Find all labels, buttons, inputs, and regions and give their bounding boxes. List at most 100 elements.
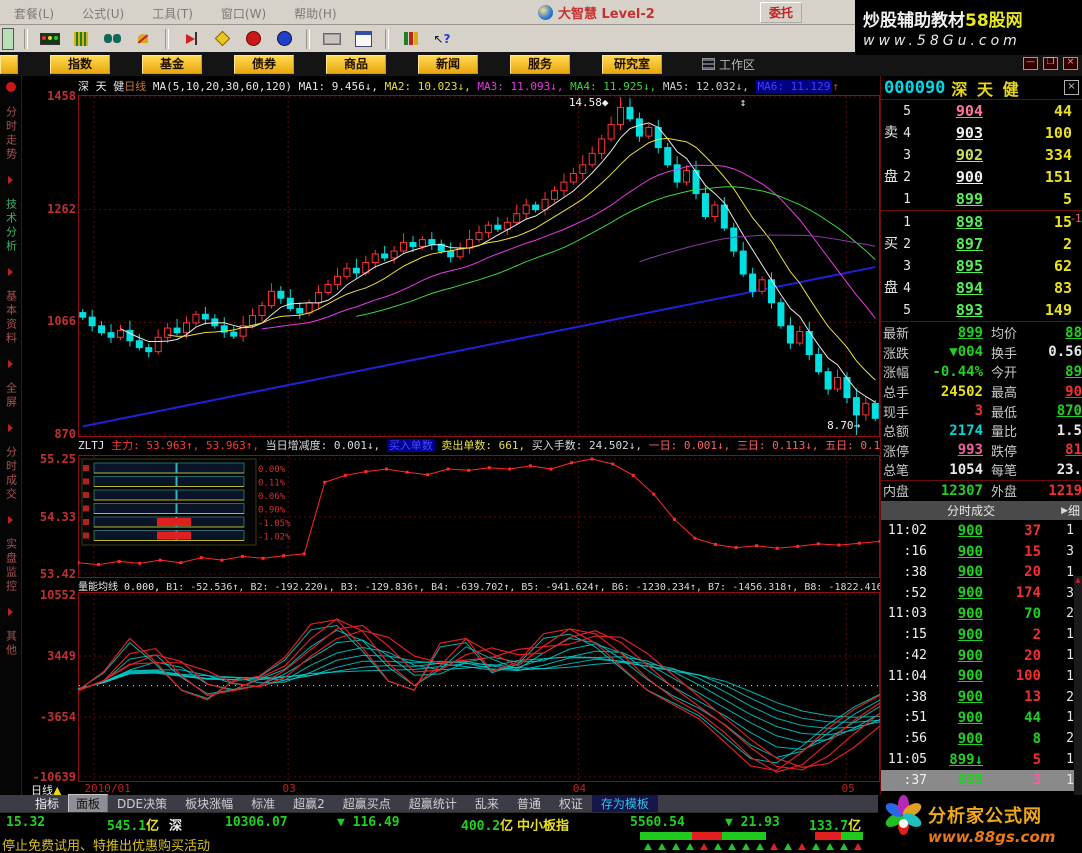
tab-商品[interactable]: 商品 [326,54,386,74]
depth-price: 903 [955,124,983,142]
blue-disc-icon[interactable] [272,29,296,49]
tab-partial[interactable] [0,54,18,74]
indicator-tab-9[interactable]: 普通 [508,795,550,812]
sidebar-arrow-icon [8,360,13,368]
globe-icon [538,5,553,20]
indicator-tab-1[interactable]: 面板 [68,794,109,813]
stat-label: 最低 [991,405,1018,421]
tick-row-4[interactable]: 11:03 900 70 2 [881,604,1082,625]
menu-item-1[interactable]: 公式(U) [68,7,138,21]
tick-row-11[interactable]: 11:05 899↓ 5 1 [881,749,1082,770]
window-icon[interactable] [351,29,375,49]
status-segment-7: 5560.54 [630,815,685,830]
scroll-up-icon[interactable]: ▲ [1074,576,1082,584]
tick-row-2[interactable]: :38 900 20 1 [881,562,1082,583]
zltj-indicator-chart[interactable]: 0.00% 0.11% 0.06% 0.90% -1.05% -1.02% [78,455,880,578]
ad-58gu-title: 炒股辅助教材58股网 [863,11,1023,31]
tab-指数[interactable]: 指数 [50,54,110,74]
indicator-tab-6[interactable]: 超赢买点 [334,795,400,812]
depth-row-ask-5[interactable]: 5 904 44 [881,100,1082,122]
bell-icon[interactable] [131,29,155,49]
indicator-tab-8[interactable]: 乱来 [466,795,508,812]
tick-row-12[interactable]: :37 899 3 1 [881,769,1082,791]
y-axis-label: 1066 [47,314,76,329]
depth-row-ask-2[interactable]: 2 900 151 [881,166,1082,188]
sidebar-item-4[interactable]: 分时成交 [3,446,19,502]
tick-row-1[interactable]: :16 900 15 3 [881,541,1082,562]
depth-row-ask-4[interactable]: 4 903 100 [881,122,1082,144]
help-cursor-icon[interactable]: ↖? [430,29,454,49]
tick-row-8[interactable]: :38 900 13 2 [881,687,1082,708]
menu-weituo[interactable]: 委托 [760,2,803,23]
tick-price: 900 [957,730,983,747]
flag-icon[interactable] [179,29,203,49]
tick-row-10[interactable]: :56 900 8 2 [881,728,1082,749]
sort-bars-icon[interactable] [69,29,93,49]
binoculars-icon[interactable] [100,29,124,49]
tab-服务[interactable]: 服务 [510,54,570,74]
depth-row-bid-3[interactable]: 3 895 62 [881,255,1082,277]
tick-row-3[interactable]: :52 900 174 3 [881,583,1082,604]
tick-row-5[interactable]: :15 900 2 1 [881,624,1082,645]
books-icon[interactable] [399,29,423,49]
depth-row-ask-1[interactable]: 1 899 5 [881,188,1082,210]
tick-list-header[interactable]: 分时成交 ▶ 细 [881,501,1082,521]
sidebar-item-6[interactable]: 其他 [3,630,19,658]
indicator-tab-0[interactable]: 指标 [26,795,68,812]
panel-close-icon[interactable]: × [1064,80,1079,95]
tab-债券[interactable]: 债券 [234,54,294,74]
candlestick-chart[interactable]: 14.58◆ ↕ 8.70→ [78,95,880,437]
tick-price: 900 [957,709,983,726]
tick-volume: 15 [1024,543,1041,560]
chart-annotation: ↕ [740,96,747,109]
tick-scrollbar[interactable]: ▲ [1074,576,1082,795]
depth-row-ask-3[interactable]: 3 902 334 [881,144,1082,166]
indicator-tab-10[interactable]: 权证 [550,795,592,812]
status-segment-0: 15.32 [6,815,46,830]
red-disc-icon[interactable] [241,29,265,49]
menu-item-2[interactable]: 工具(T) [138,7,207,21]
diamond-icon[interactable] [210,29,234,49]
menu-item-3[interactable]: 窗口(W) [207,7,280,21]
tick-row-7[interactable]: 11:04 900 100 1 [881,666,1082,687]
chart-annotation: 8.70→ [827,419,860,432]
ad-58gu-url: www.58Gu.com [863,33,1021,49]
indicator-tab-7[interactable]: 超赢统计 [400,795,466,812]
indicator-tab-5[interactable]: 超赢2 [284,795,334,812]
depth-row-bid-1[interactable]: 1 898 15 [881,211,1082,233]
trend-arrow-icon [812,843,820,850]
depth-row-bid-5[interactable]: 5 893 149 [881,299,1082,321]
keyboard-icon[interactable] [320,29,344,49]
stoplight-icon[interactable] [38,29,62,49]
restore-button[interactable]: ❐ [1043,57,1058,70]
tab-新闻[interactable]: 新闻 [418,54,478,74]
volume-ma-chart[interactable] [78,592,880,782]
sidebar-item-2[interactable]: 基本资料 [3,290,19,346]
menu-item-4[interactable]: 帮助(H) [280,7,350,21]
stat-label: 换手 [991,346,1018,362]
sidebar-item-0[interactable]: 分时走势 [3,106,19,162]
minimize-button[interactable]: — [1023,57,1038,70]
indicator-tab-2[interactable]: DDE决策 [108,795,176,812]
workspace-label[interactable]: 工作区 [702,56,755,73]
depth-row-bid-2[interactable]: 2 897 2 [881,233,1082,255]
tick-row-0[interactable]: 11:02 900 37 1 [881,520,1082,541]
indicator-tab-11[interactable]: 存为模板 [591,795,658,812]
tick-row-6[interactable]: :42 900 20 1 [881,645,1082,666]
stat-value: 2174 [949,422,983,439]
depth-row-bid-4[interactable]: 4 894 83 [881,277,1082,299]
partial-icon[interactable] [2,27,14,50]
indicator-tab-4[interactable]: 标准 [242,795,284,812]
sidebar-item-1[interactable]: 技术分析 [3,198,19,254]
stat-value: 88 [1065,324,1082,341]
sidebar-item-3[interactable]: 全屏 [3,382,19,410]
ad-banner-88gs: 分析家公式网 www.88gs.com [878,795,1082,853]
tick-row-9[interactable]: :51 900 44 1 [881,708,1082,729]
sidebar-item-5[interactable]: 实盘监控 [3,538,19,594]
tab-基金[interactable]: 基金 [142,54,202,74]
status-segment-4: ▼ 116.49 [337,815,400,830]
indicator-tab-3[interactable]: 板块涨幅 [176,795,242,812]
menu-item-0[interactable]: 套餐(L) [0,7,68,21]
tab-研究室[interactable]: 研究室 [602,54,662,74]
close-button[interactable]: × [1063,57,1078,70]
